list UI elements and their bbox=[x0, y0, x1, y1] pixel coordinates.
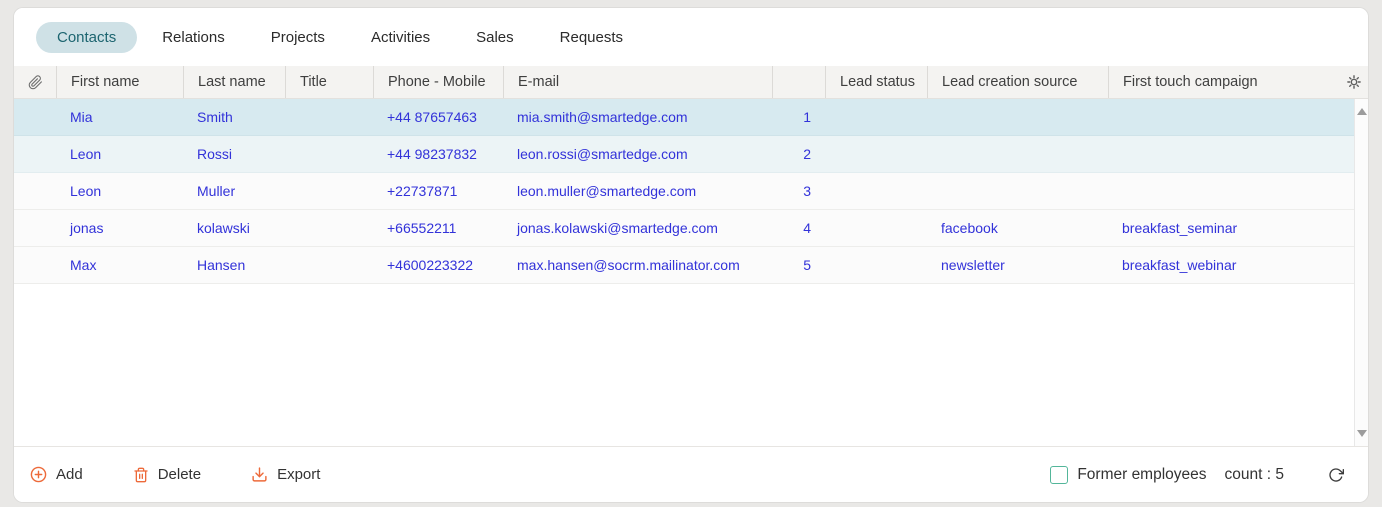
cell-title bbox=[285, 210, 373, 246]
table-body: Mia Smith +44 87657463 mia.smith@smarted… bbox=[14, 99, 1368, 446]
column-settings-button[interactable] bbox=[1340, 66, 1368, 98]
cell-lead-source bbox=[927, 136, 1108, 172]
cell-last-name: kolawski bbox=[197, 220, 250, 236]
cell-lead-source bbox=[927, 99, 1108, 135]
paperclip-icon bbox=[28, 74, 43, 90]
contacts-panel: Contacts Relations Projects Activities S… bbox=[14, 8, 1368, 502]
table-row[interactable]: Mia Smith +44 87657463 mia.smith@smarted… bbox=[14, 99, 1354, 136]
refresh-button[interactable] bbox=[1328, 467, 1344, 483]
tab-contacts[interactable]: Contacts bbox=[36, 21, 138, 53]
cell-last-name: Hansen bbox=[197, 257, 246, 273]
delete-button-label: Delete bbox=[157, 466, 202, 483]
cell-phone: +22737871 bbox=[387, 183, 458, 199]
add-button[interactable]: Add bbox=[30, 466, 83, 483]
cell-lead-source: facebook bbox=[941, 220, 998, 236]
cell-attachment bbox=[14, 173, 56, 209]
plus-circle-icon bbox=[30, 466, 47, 483]
former-employees-checkbox[interactable] bbox=[1050, 465, 1069, 484]
cell-campaign: breakfast_seminar bbox=[1122, 220, 1238, 236]
former-employees-label: Former employees bbox=[1077, 465, 1207, 483]
former-employees-toggle[interactable]: Former employees bbox=[1050, 465, 1207, 484]
column-header-last-name[interactable]: Last name bbox=[183, 66, 285, 98]
cell-first-name: Leon bbox=[70, 183, 102, 199]
cell-lead-source: newsletter bbox=[941, 257, 1005, 273]
tab-requests[interactable]: Requests bbox=[539, 22, 644, 53]
cell-attachment bbox=[14, 99, 56, 135]
cell-index: 5 bbox=[803, 257, 811, 273]
cell-last-name: Muller bbox=[197, 183, 236, 199]
cell-lead-status bbox=[825, 210, 927, 246]
cell-first-name: Max bbox=[70, 257, 97, 273]
cell-phone: +44 98237832 bbox=[387, 146, 477, 162]
tab-activities[interactable]: Activities bbox=[350, 22, 451, 53]
cell-index: 2 bbox=[803, 146, 811, 162]
table-header: First name Last name Title Phone - Mobil… bbox=[14, 66, 1368, 99]
cell-title bbox=[285, 136, 373, 172]
refresh-icon bbox=[1328, 467, 1344, 483]
gear-icon bbox=[1347, 75, 1361, 89]
cell-campaign bbox=[1108, 136, 1354, 172]
cell-attachment bbox=[14, 136, 56, 172]
cell-last-name: Rossi bbox=[197, 146, 233, 162]
cell-title bbox=[285, 247, 373, 283]
cell-lead-source bbox=[927, 173, 1108, 209]
column-header-attachment[interactable] bbox=[14, 66, 56, 98]
table-row[interactable]: Leon Muller +22737871 leon.muller@smarte… bbox=[14, 173, 1354, 210]
cell-first-name: Mia bbox=[70, 109, 93, 125]
column-header-title[interactable]: Title bbox=[285, 66, 373, 98]
vertical-scrollbar[interactable] bbox=[1354, 99, 1368, 446]
column-header-campaign[interactable]: First touch campaign bbox=[1108, 66, 1340, 98]
cell-phone: +66552211 bbox=[387, 220, 457, 236]
table-row[interactable]: Leon Rossi +44 98237832 leon.rossi@smart… bbox=[14, 136, 1354, 173]
cell-index: 1 bbox=[803, 109, 811, 125]
scroll-down-button[interactable] bbox=[1356, 430, 1367, 437]
column-header-lead-status[interactable]: Lead status bbox=[825, 66, 927, 98]
cell-phone: +44 87657463 bbox=[387, 109, 477, 125]
cell-campaign bbox=[1108, 99, 1354, 135]
delete-button[interactable]: Delete bbox=[133, 466, 201, 483]
tab-projects[interactable]: Projects bbox=[250, 22, 346, 53]
record-count: count : 5 bbox=[1224, 465, 1284, 483]
add-button-label: Add bbox=[56, 466, 83, 483]
export-button[interactable]: Export bbox=[251, 466, 320, 483]
cell-email: leon.muller@smartedge.com bbox=[517, 183, 697, 199]
cell-lead-status bbox=[825, 136, 927, 172]
tab-relations[interactable]: Relations bbox=[141, 22, 246, 53]
trash-icon bbox=[133, 467, 149, 483]
cell-index: 3 bbox=[803, 183, 811, 199]
table-row[interactable]: Max Hansen +4600223322 max.hansen@socrm.… bbox=[14, 247, 1354, 284]
table-row[interactable]: jonas kolawski +66552211 jonas.kolawski@… bbox=[14, 210, 1354, 247]
bottom-toolbar: Add Delete Export Former employees count… bbox=[14, 446, 1368, 502]
empty-rows-area bbox=[14, 284, 1354, 446]
cell-lead-status bbox=[825, 99, 927, 135]
column-header-first-name[interactable]: First name bbox=[56, 66, 183, 98]
tab-bar: Contacts Relations Projects Activities S… bbox=[14, 8, 1368, 66]
cell-email: leon.rossi@smartedge.com bbox=[517, 146, 688, 162]
cell-last-name: Smith bbox=[197, 109, 233, 125]
cell-phone: +4600223322 bbox=[387, 257, 474, 273]
cell-lead-status bbox=[825, 173, 927, 209]
column-header-lead-source[interactable]: Lead creation source bbox=[927, 66, 1108, 98]
cell-email: mia.smith@smartedge.com bbox=[517, 109, 688, 125]
cell-title bbox=[285, 99, 373, 135]
cell-title bbox=[285, 173, 373, 209]
cell-index: 4 bbox=[803, 220, 811, 236]
cell-first-name: jonas bbox=[70, 220, 104, 236]
download-icon bbox=[251, 466, 268, 483]
cell-attachment bbox=[14, 210, 56, 246]
cell-email: jonas.kolawski@smartedge.com bbox=[517, 220, 718, 236]
column-header-phone[interactable]: Phone - Mobile bbox=[373, 66, 503, 98]
cell-email: max.hansen@socrm.mailinator.com bbox=[517, 257, 740, 273]
column-header-email[interactable]: E-mail bbox=[503, 66, 772, 98]
cell-attachment bbox=[14, 247, 56, 283]
cell-campaign: breakfast_webinar bbox=[1122, 257, 1237, 273]
export-button-label: Export bbox=[277, 466, 321, 483]
cell-campaign bbox=[1108, 173, 1354, 209]
cell-lead-status bbox=[825, 247, 927, 283]
scroll-up-button[interactable] bbox=[1356, 108, 1367, 115]
tab-sales[interactable]: Sales bbox=[455, 22, 535, 53]
column-header-index[interactable] bbox=[772, 66, 825, 98]
cell-first-name: Leon bbox=[70, 146, 102, 162]
